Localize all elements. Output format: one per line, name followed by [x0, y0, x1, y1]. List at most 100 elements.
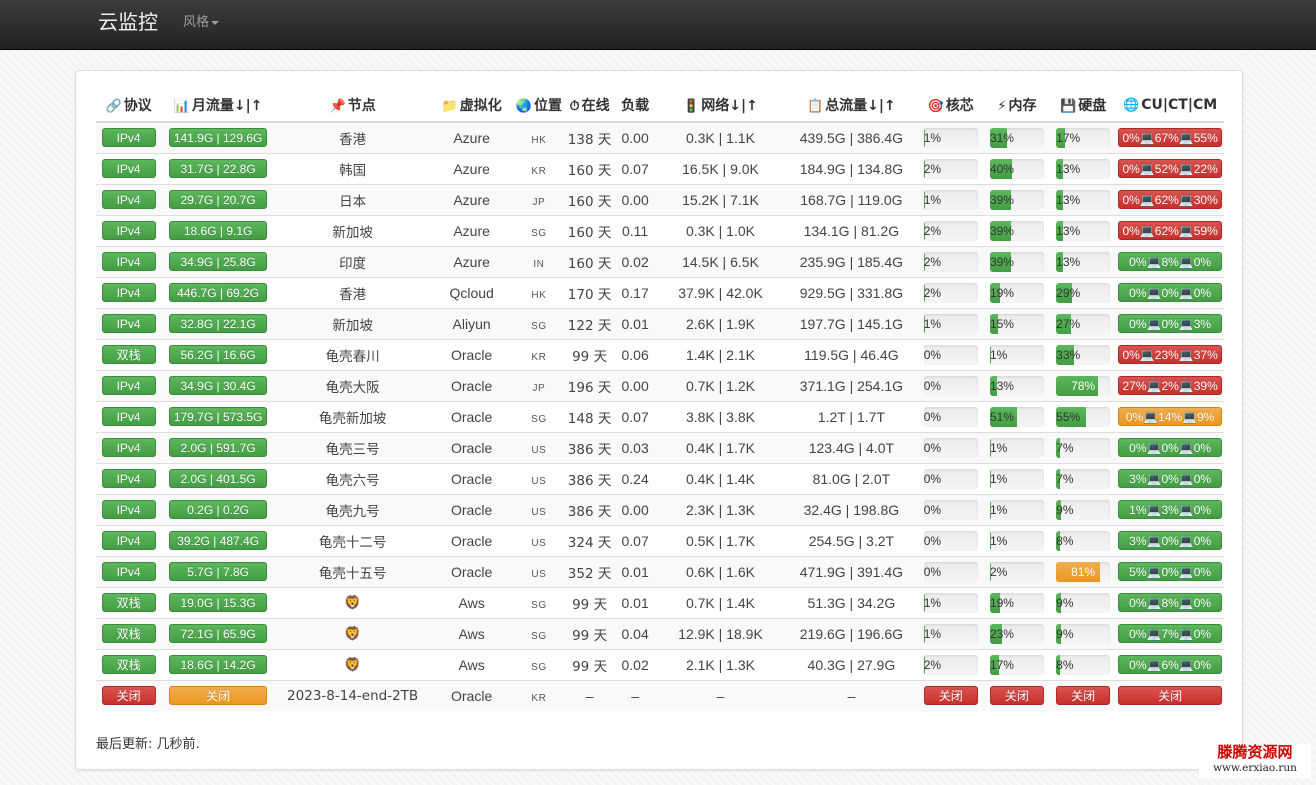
usage-progress-bar: 7% [1056, 437, 1111, 458]
folder-icon: 📁 [441, 98, 458, 114]
monthly-traffic-label: 141.9G | 129.6G [169, 128, 268, 148]
protocol-cell: IPv4 [96, 462, 162, 494]
protocol-label[interactable]: IPv4 [101, 314, 156, 333]
server-row[interactable]: 双栈 72.1G | 65.9G 🦁 Aws SG 99 天 0.04 12.9K | 18.… [96, 617, 1224, 649]
server-row[interactable]: IPv4 141.9G | 129.6G 香港 Azure HK 138 天 0.00 0.3… [96, 121, 1224, 153]
network-speed: 12.9K | 18.9K [655, 617, 786, 649]
protocol-label[interactable]: IPv4 [101, 500, 156, 519]
usage-percent: 1% [989, 347, 1008, 362]
server-row-offline[interactable]: 关闭 关闭 2023-8-14-end-2TB Oracle KR – – – – 关闭 关闭 关闭关… [96, 679, 1224, 711]
column-header[interactable]: 负载 [614, 88, 656, 123]
usage-progress-bar: 9% [1056, 623, 1111, 644]
protocol-cell: IPv4 [96, 400, 162, 432]
protocol-label[interactable]: IPv4 [101, 159, 156, 178]
style-dropdown[interactable]: 风格 [183, 11, 220, 30]
virtualization: Oracle [430, 431, 514, 463]
column-header[interactable]: 📋 总流量↓|↑ [785, 88, 918, 123]
protocol-label[interactable]: IPv4 [101, 221, 156, 240]
server-row[interactable]: IPv4 29.7G | 20.7G 日本 Azure JP 160 天 0.00 15.2K… [96, 183, 1224, 215]
usage-cell: 17% [1050, 121, 1117, 153]
protocol-label[interactable]: IPv4 [101, 128, 156, 148]
node-name: 日本 [275, 183, 431, 215]
usage-progress-bar: 1% [923, 127, 978, 148]
virtualization: Aws [430, 648, 514, 680]
protocol-label[interactable]: IPv4 [101, 376, 156, 395]
server-row[interactable]: IPv4 39.2G | 487.4G 龟壳十二号 Oracle US 324 天 0.07… [96, 524, 1224, 556]
load: 0.07 [614, 152, 656, 184]
server-row[interactable]: 双栈 56.2G | 16.6G 龟壳春川 Oracle KR 99 天 0.06 1.4K … [96, 338, 1224, 370]
total-traffic: 197.7G | 145.1G [785, 307, 918, 339]
stopwatch-icon: ⏱ [569, 98, 580, 114]
column-header[interactable]: 📁 虚拟化 [430, 88, 514, 123]
server-row[interactable]: IPv4 32.8G | 22.1G 新加坡 Aliyun SG 122 天 0.01 2.6… [96, 307, 1224, 339]
column-header[interactable]: 🌏 位置 [513, 88, 565, 123]
server-row[interactable]: IPv4 31.7G | 22.8G 韩国 Azure KR 160 天 0.07 16.5K… [96, 152, 1224, 184]
usage-cell: 0% [917, 431, 984, 463]
protocol-label[interactable]: IPv4 [101, 562, 156, 581]
server-row[interactable]: 双栈 19.0G | 15.3G 🦁 Aws SG 99 天 0.01 0.7K | 1.4K… [96, 586, 1224, 618]
monthly-traffic-label: 0.2G | 0.2G [169, 500, 268, 519]
protocol-label[interactable]: IPv4 [101, 531, 156, 550]
load: 0.24 [614, 462, 656, 494]
column-header[interactable]: 🎯 核芯 [917, 88, 984, 123]
usage-progress-bar: 15% [989, 313, 1044, 334]
network-speed: 0.4K | 1.7K [655, 431, 786, 463]
monthly-traffic-label: 34.9G | 25.8G [169, 252, 268, 271]
usage-percent: 81% [1071, 564, 1096, 579]
server-row[interactable]: IPv4 446.7G | 69.2G 香港 Qcloud HK 170 天 0.17 37.… [96, 276, 1224, 308]
protocol-label[interactable]: IPv4 [101, 438, 156, 457]
server-row[interactable]: 双栈 18.6G | 14.2G 🦁 Aws SG 99 天 0.02 2.1K | 1.3K… [96, 648, 1224, 680]
usage-cell: 23% [983, 617, 1051, 649]
network-speed: 2.3K | 1.3K [655, 493, 786, 525]
server-row[interactable]: IPv4 2.0G | 591.7G 龟壳三号 Oracle US 386 天 0.03 0.… [96, 431, 1224, 463]
column-header[interactable]: 🚦 网络↓|↑ [655, 88, 786, 123]
protocol-label[interactable]: 关闭 [101, 686, 156, 706]
monthly-traffic-label: 32.8G | 22.1G [169, 314, 268, 333]
usage-cell: 27% [1050, 307, 1117, 339]
isp-ping-cell: 5%💻0%💻0% [1116, 555, 1224, 587]
protocol-label[interactable]: 双栈 [101, 593, 156, 612]
total-traffic: 235.9G | 185.4G [785, 245, 918, 277]
link-icon: 🔗 [105, 98, 122, 114]
protocol-label[interactable]: IPv4 [101, 407, 156, 426]
usage-cell: 1% [983, 524, 1051, 556]
network-speed: 0.3K | 1.0K [655, 214, 786, 246]
protocol-label[interactable]: IPv4 [101, 283, 156, 302]
server-row[interactable]: IPv4 2.0G | 401.5G 龟壳六号 Oracle US 386 天 0.24 0.… [96, 462, 1224, 494]
protocol-cell: 双栈 [96, 586, 162, 618]
protocol-label[interactable]: 双栈 [101, 345, 156, 364]
disk-status-cell: 关闭 [1050, 679, 1117, 711]
server-row[interactable]: IPv4 5.7G | 7.8G 龟壳十五号 Oracle US 352 天 0.01 0.6… [96, 555, 1224, 587]
location-cell: US [513, 555, 565, 587]
protocol-label[interactable]: IPv4 [101, 469, 156, 488]
protocol-label[interactable]: 双栈 [101, 655, 156, 674]
protocol-label[interactable]: IPv4 [101, 252, 156, 271]
server-row[interactable]: IPv4 34.9G | 25.8G 印度 Azure IN 160 天 0.02 14.5K… [96, 245, 1224, 277]
server-row[interactable]: IPv4 18.6G | 9.1G 新加坡 Azure SG 160 天 0.11 0.3K … [96, 214, 1224, 246]
protocol-cell: 双栈 [96, 338, 162, 370]
column-header[interactable]: 📊 月流量↓|↑ [161, 88, 276, 123]
protocol-cell: IPv4 [96, 121, 162, 153]
column-header[interactable]: 💾 硬盘 [1050, 88, 1117, 123]
column-header[interactable]: ⚡ 内存 [983, 88, 1051, 123]
brand-title[interactable]: 云监控 [98, 6, 158, 35]
usage-progress-bar: 8% [1056, 654, 1111, 675]
server-row[interactable]: IPv4 0.2G | 0.2G 龟壳九号 Oracle US 386 天 0.00 2.3K… [96, 493, 1224, 525]
column-header[interactable]: ⏱ 在线 [564, 88, 615, 123]
usage-progress-bar: 39% [989, 189, 1044, 210]
location-cell: SG [513, 214, 565, 246]
load: 0.03 [614, 431, 656, 463]
server-row[interactable]: IPv4 179.7G | 573.5G 龟壳新加坡 Oracle SG 148 天 0.0… [96, 400, 1224, 432]
style-dropdown-label: 风格 [183, 15, 210, 30]
node-name: 🦁 [275, 648, 431, 680]
column-header[interactable]: 📌 节点 [275, 88, 431, 123]
node-name: 龟壳十五号 [275, 555, 431, 587]
total-traffic: 40.3G | 27.9G [785, 648, 918, 680]
column-header[interactable]: 🔗 协议 [96, 88, 162, 123]
usage-percent: 1% [923, 130, 942, 145]
protocol-label[interactable]: 双栈 [101, 624, 156, 643]
column-header[interactable]: 🌐 CU|CT|CM [1116, 88, 1224, 123]
location-code: JP [532, 382, 546, 394]
server-row[interactable]: IPv4 34.9G | 30.4G 龟壳大阪 Oracle JP 196 天 0.00 0.… [96, 369, 1224, 401]
protocol-label[interactable]: IPv4 [101, 190, 156, 209]
